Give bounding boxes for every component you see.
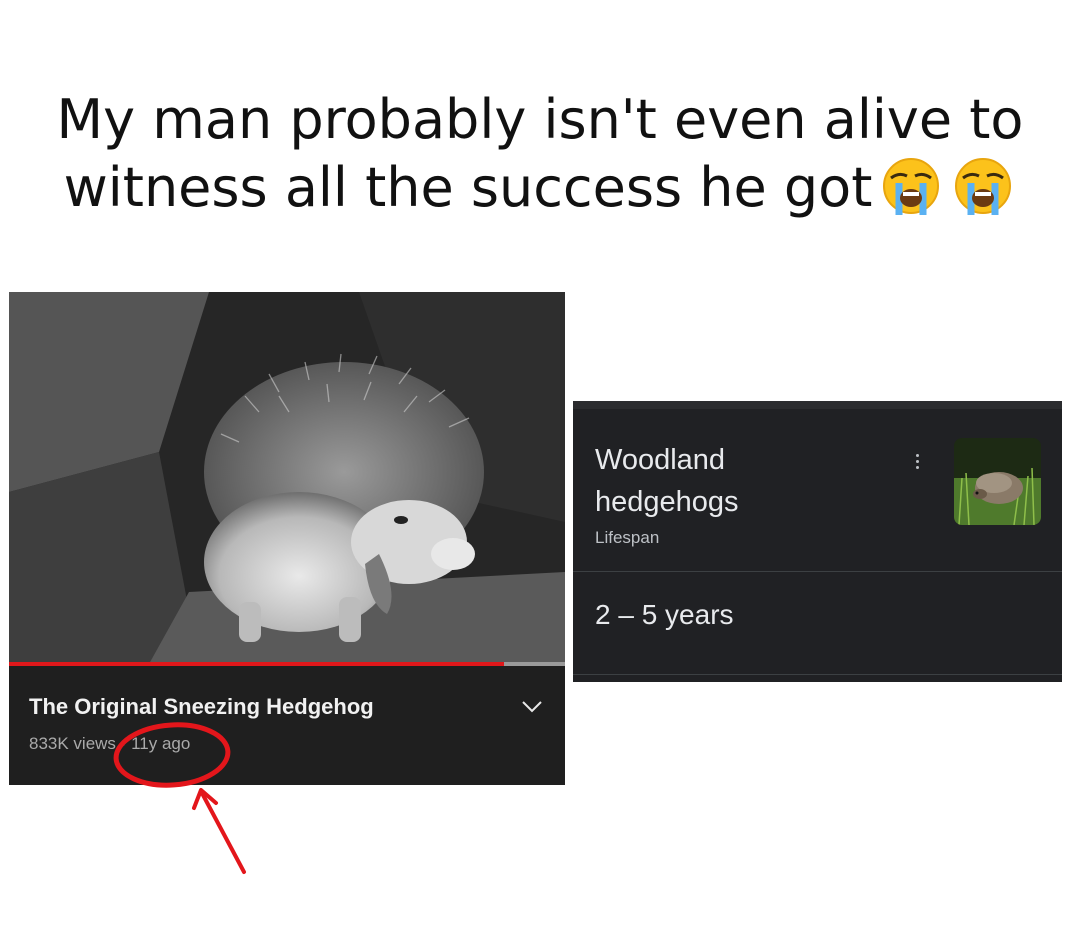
caption-line-1: My man probably isn't even alive to — [56, 88, 1024, 151]
loudly-crying-face-icon — [883, 158, 940, 215]
knowledge-panel-card: Woodland hedgehogs Lifespan 2 – 5 years — [573, 401, 1062, 682]
video-thumbnail[interactable] — [9, 292, 565, 664]
upload-age: 11y ago — [131, 734, 191, 753]
kp-divider — [573, 571, 1062, 572]
video-card[interactable]: The Original Sneezing Hedgehog 833K view… — [9, 292, 565, 785]
annotation-arrow-shaft — [201, 793, 246, 874]
video-meta: 833K views · 11y ago — [29, 734, 190, 754]
kp-lifespan-value: 2 – 5 years — [595, 599, 734, 630]
loudly-crying-face-icon — [955, 158, 1012, 215]
kp-subtitle: Lifespan — [595, 528, 660, 547]
video-progress-fill — [9, 662, 504, 666]
annotation-arrow-head — [192, 788, 218, 810]
meta-separator: · — [120, 734, 127, 753]
video-progress-bar[interactable] — [9, 662, 565, 666]
chevron-down-icon[interactable] — [521, 698, 543, 714]
kp-divider — [573, 674, 1062, 675]
more-options-icon[interactable] — [911, 451, 923, 475]
kp-hedgehog-thumbnail[interactable] — [954, 438, 1041, 525]
hedgehog-night-vision-image — [9, 292, 565, 664]
caption-line-2: witness all the success he got — [0, 154, 1080, 222]
kp-title[interactable]: Woodland hedgehogs — [595, 439, 835, 523]
view-count: 833K views — [29, 734, 116, 753]
caption-line-2-text: witness all the success he got — [63, 156, 873, 219]
meme-caption: My man probably isn't even alive to witn… — [0, 86, 1080, 222]
hedgehog-in-grass-image — [954, 438, 1041, 525]
video-title[interactable]: The Original Sneezing Hedgehog — [29, 694, 374, 720]
